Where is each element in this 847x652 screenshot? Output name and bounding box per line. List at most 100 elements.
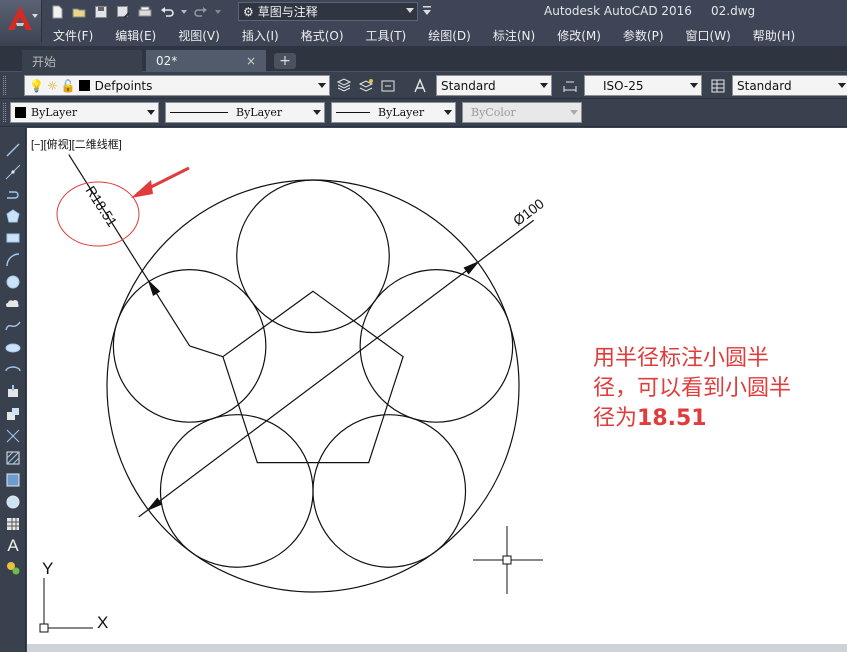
diameter-arrow-start[interactable] <box>147 497 163 511</box>
tab-02-dwg[interactable]: 02* × <box>146 50 266 72</box>
point-tool[interactable] <box>3 426 23 446</box>
diameter-arrow-end[interactable] <box>463 261 479 275</box>
dim-style-dropdown[interactable]: ISO-25 <box>584 75 702 96</box>
menu-tools[interactable]: 工具(T) <box>355 27 418 44</box>
ellipse-arc-tool[interactable] <box>3 360 23 380</box>
file-tab-bar: 开始 02* × + <box>0 46 847 72</box>
ucs-icon <box>39 578 93 633</box>
insert-block-tool[interactable] <box>3 382 23 402</box>
region-tool[interactable] <box>3 492 23 512</box>
tab-start[interactable]: 开始 <box>22 50 142 72</box>
radius-dimension-text[interactable]: R18.51 <box>82 183 120 230</box>
construction-line-tool[interactable] <box>3 162 23 182</box>
hatch-tool[interactable] <box>3 448 23 468</box>
make-current-layer-button[interactable] <box>356 76 376 96</box>
undo-dropdown[interactable] <box>180 3 188 21</box>
make-block-tool[interactable] <box>3 404 23 424</box>
autocad-logo-icon <box>8 6 32 30</box>
menu-format[interactable]: 格式(O) <box>290 27 355 44</box>
circle-tool[interactable] <box>3 272 23 292</box>
new-tab-button[interactable]: + <box>274 53 296 69</box>
color-control-dropdown[interactable]: ByLayer <box>10 102 159 123</box>
app-menu-dropdown-icon <box>32 14 38 18</box>
tab-label: 02* <box>156 54 178 68</box>
radius-leader-inner[interactable] <box>189 345 224 358</box>
save-button[interactable] <box>92 3 110 21</box>
menu-insert[interactable]: 插入(I) <box>231 27 290 44</box>
add-selected-tool[interactable] <box>3 558 23 578</box>
menu-draw[interactable]: 绘图(D) <box>417 27 482 44</box>
layer-previous-button[interactable] <box>378 76 398 96</box>
gradient-tool[interactable] <box>3 470 23 490</box>
menu-modify[interactable]: 修改(M) <box>546 27 612 44</box>
undo-button[interactable] <box>158 3 176 21</box>
open-button[interactable] <box>70 3 88 21</box>
qat-customize-button[interactable] <box>422 5 432 20</box>
polygon-tool[interactable] <box>3 206 23 226</box>
layer-control-dropdown[interactable]: 💡 ☼ 🔓 Defpoints <box>24 75 330 96</box>
drawing-canvas[interactable]: [−][俯视][二维线框] R18.51 Ø100 Y X 用半径标注小圆半 径… <box>27 128 847 644</box>
chevron-down-icon <box>181 10 187 14</box>
radius-arrow[interactable] <box>148 280 161 297</box>
saveas-button[interactable] <box>114 3 132 21</box>
menu-parameters[interactable]: 参数(P) <box>612 27 675 44</box>
table-style-dropdown[interactable]: Standard <box>732 75 847 96</box>
small-circle[interactable] <box>312 414 467 568</box>
small-circle[interactable] <box>159 414 314 568</box>
new-button[interactable] <box>48 3 66 21</box>
polyline-icon <box>7 191 19 199</box>
new-icon <box>52 5 63 19</box>
table-style-button[interactable] <box>708 76 728 96</box>
menu-view[interactable]: 视图(V) <box>167 27 231 44</box>
text-style-dropdown[interactable]: Standard <box>436 75 552 96</box>
spline-tool[interactable] <box>3 316 23 336</box>
multiline-text-tool[interactable]: A <box>3 536 23 556</box>
linetype-control-dropdown[interactable]: ByLayer <box>165 102 325 123</box>
chevron-down-icon <box>215 10 221 14</box>
menu-dimension[interactable]: 标注(N) <box>482 27 546 44</box>
layer-properties-button[interactable] <box>334 76 354 96</box>
gear-icon: ⚙ <box>243 4 254 19</box>
print-button[interactable] <box>136 3 154 21</box>
lineweight-control-dropdown[interactable]: ByLayer <box>331 102 456 123</box>
add-selected-icon <box>7 562 20 575</box>
toolbar-grip[interactable] <box>3 103 6 122</box>
menu-file[interactable]: 文件(F) <box>42 27 104 44</box>
workspace-selector[interactable]: ⚙ 草图与注释 <box>238 2 418 21</box>
menu-help[interactable]: 帮助(H) <box>742 27 806 44</box>
bulb-icon: 💡 <box>29 78 44 93</box>
arc-tool[interactable] <box>3 250 23 270</box>
application-menu-button[interactable] <box>0 0 42 42</box>
annotation-line-2: 径，可以看到小圆半 <box>593 376 792 401</box>
pentagon[interactable] <box>222 290 404 464</box>
line-tool[interactable] <box>3 140 23 160</box>
annotation-text: 用半径标注小圆半 径，可以看到小圆半 径为18.51 <box>593 344 843 434</box>
spline-icon <box>5 321 21 331</box>
menu-edit[interactable]: 编辑(E) <box>104 27 167 44</box>
menu-window[interactable]: 窗口(W) <box>675 27 742 44</box>
revision-cloud-tool[interactable] <box>3 294 23 314</box>
layer-stack-icon <box>336 78 352 92</box>
table-tool[interactable] <box>3 514 23 534</box>
ellipse-tool[interactable] <box>3 338 23 358</box>
title-bar: ⚙ 草图与注释 Autodesk AutoCAD 2016 02.dwg <box>0 0 847 42</box>
polyline-tool[interactable] <box>3 184 23 204</box>
redo-icon <box>194 7 207 17</box>
toolbar-grip[interactable] <box>3 76 6 95</box>
undo-icon <box>161 7 174 17</box>
redo-dropdown[interactable] <box>214 3 222 21</box>
dim-style-button[interactable] <box>560 76 580 96</box>
linetype-value: ByLayer <box>236 106 283 119</box>
sun-icon: ☼ <box>46 78 58 93</box>
text-style-button[interactable] <box>410 76 430 96</box>
annotation-value: 18.51 <box>637 406 707 431</box>
close-icon[interactable]: × <box>246 54 256 68</box>
rectangle-icon <box>6 233 20 243</box>
ucs-y-label: Y <box>42 559 53 578</box>
rectangle-tool[interactable] <box>3 228 23 248</box>
small-circle[interactable] <box>359 269 514 423</box>
small-circle[interactable] <box>236 179 390 334</box>
arc-icon <box>6 253 20 267</box>
redo-button[interactable] <box>192 3 210 21</box>
cloud-icon <box>6 300 19 307</box>
